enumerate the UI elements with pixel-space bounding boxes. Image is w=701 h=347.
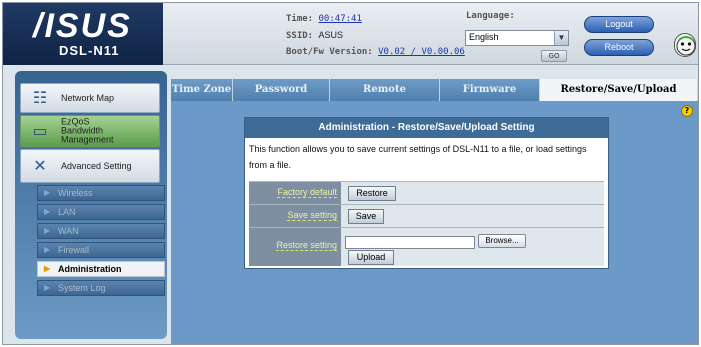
sidebar-item-label: EzQoS Bandwidth Management (61, 116, 114, 145)
tab-password-setting[interactable]: Password Setting (233, 79, 330, 117)
triangle-right-icon: ▶ (44, 283, 51, 292)
sidebar-item-label: Advanced Setting (61, 161, 132, 171)
asus-logo: /ISUS DSL-N11 (3, 3, 163, 65)
factory-default-label-cell: Factory default (249, 182, 341, 204)
firmware-link[interactable]: V0.02 / V0.00.06 (378, 47, 465, 57)
tab-bar: Time Zone Password Setting Remote Manage… (171, 79, 698, 117)
router-admin-window: /ISUS DSL-N11 Time: 00:47:41 SSID: ASUS … (2, 2, 699, 345)
network-map-icon: ☷ (32, 88, 48, 107)
logout-button[interactable]: Logout (584, 16, 654, 33)
restore-setting-label: Restore setting (276, 240, 337, 251)
upload-button[interactable]: Upload (348, 250, 394, 265)
sidebar-item-system-log[interactable]: ▶ System Log (37, 280, 165, 296)
tab-restore-save-upload[interactable]: Restore/Save/Upload Setting (540, 79, 698, 117)
browse-button[interactable]: Browse... (478, 234, 526, 248)
time-label: Time: (286, 14, 314, 24)
sub-item-label: Firewall (58, 245, 90, 255)
sidebar: ☷ Network Map ▭ EzQoS Bandwidth Manageme… (15, 71, 167, 339)
model-name: DSL-N11 (59, 43, 120, 58)
ssid-value: ASUS (318, 30, 344, 40)
triangle-right-icon: ▶ (44, 188, 51, 197)
wrench-icon: ✕ (33, 156, 47, 175)
language-selected: English (469, 32, 499, 42)
time-link[interactable]: 00:47:41 (319, 14, 362, 24)
sidebar-item-firewall[interactable]: ▶ Firewall (37, 242, 165, 258)
bandwidth-icon: ▭ (32, 121, 48, 140)
factory-default-row: Factory default Restore (249, 181, 604, 204)
header-bar: /ISUS DSL-N11 Time: 00:47:41 SSID: ASUS … (3, 3, 698, 65)
reboot-button[interactable]: Reboot (584, 39, 654, 56)
sub-item-label: LAN (58, 207, 76, 217)
tab-remote-management[interactable]: Remote Management (330, 79, 440, 117)
language-go-button[interactable]: GO (541, 50, 567, 62)
triangle-right-icon: ▶ (44, 245, 51, 254)
chevron-down-icon[interactable]: ▼ (554, 31, 568, 45)
restore-setting-label-cell: Restore setting (249, 228, 341, 266)
sub-item-label: Administration (58, 264, 122, 274)
sub-item-label: WAN (58, 226, 79, 236)
sub-item-label: System Log (58, 283, 106, 293)
brand-logo-text: /ISUS (33, 7, 132, 45)
sidebar-item-lan[interactable]: ▶ LAN (37, 204, 165, 220)
settings-box: Administration - Restore/Save/Upload Set… (244, 117, 609, 269)
page-title: Administration - Restore/Save/Upload Set… (245, 118, 608, 138)
triangle-right-icon: ▶ (44, 226, 51, 235)
triangle-right-icon: ▶ (44, 264, 51, 273)
status-info: Time: 00:47:41 SSID: ASUS Boot/Fw Versio… (286, 11, 465, 60)
restore-button[interactable]: Restore (348, 186, 396, 201)
factory-default-label: Factory default (277, 187, 337, 198)
sidebar-item-label: Network Map (61, 93, 115, 103)
save-setting-row: Save setting Save (249, 204, 604, 227)
tab-time-zone[interactable]: Time Zone (171, 79, 233, 101)
help-icon[interactable]: ? (681, 105, 693, 117)
save-setting-label-cell: Save setting (249, 205, 341, 227)
file-path-input[interactable] (345, 236, 475, 249)
tab-firmware-upgrade[interactable]: Firmware Upgrade (440, 79, 540, 117)
description-text: This function allows you to save current… (249, 144, 587, 170)
sidebar-item-administration[interactable]: ▶ Administration (37, 261, 165, 277)
sidebar-item-ezqos[interactable]: ▭ EzQoS Bandwidth Management (20, 115, 160, 147)
language-label: Language: (466, 11, 515, 21)
sidebar-item-network-map[interactable]: ☷ Network Map (20, 83, 160, 113)
save-setting-label: Save setting (287, 210, 337, 221)
sidebar-item-wireless[interactable]: ▶ Wireless (37, 185, 165, 201)
ssid-label: SSID: (286, 31, 314, 41)
sub-item-label: Wireless (58, 188, 93, 198)
sidebar-item-advanced-setting[interactable]: ✕ Advanced Setting (20, 149, 160, 183)
firmware-label: Boot/Fw Version: (286, 47, 373, 57)
triangle-right-icon: ▶ (44, 207, 51, 216)
save-button[interactable]: Save (348, 209, 384, 224)
language-select[interactable]: English ▼ (465, 30, 569, 46)
sidebar-item-wan[interactable]: ▶ WAN (37, 223, 165, 239)
restore-setting-row: Restore setting Browse... Upload (249, 227, 604, 266)
tab-panel: ? Administration - Restore/Save/Upload S… (171, 101, 698, 344)
mascot-icon (674, 33, 696, 57)
main-content: Time Zone Password Setting Remote Manage… (171, 79, 698, 344)
